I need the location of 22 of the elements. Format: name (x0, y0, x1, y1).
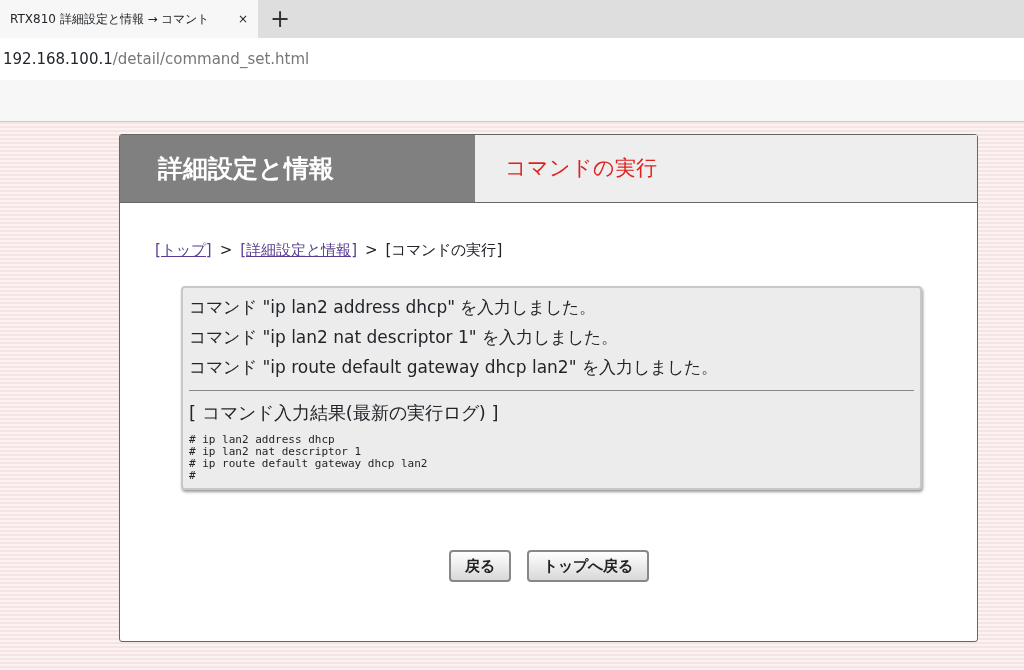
nav-button[interactable]: 戻る (448, 549, 511, 582)
result-heading: [ コマンド入力結果(最新の実行ログ) ] (189, 400, 500, 425)
tab-title: RTX810 詳細設定と情報 → コマント (10, 11, 211, 28)
status-message: コマンド "ip lan2 nat descriptor 1" を入力しました。 (189, 325, 619, 349)
nav-button[interactable]: トップへ戻る (526, 549, 649, 582)
breadcrumb-separator: > (219, 240, 233, 261)
status-message: コマンド "ip lan2 address dhcp" を入力しました。 (189, 295, 598, 319)
breadcrumb-link[interactable]: [トップ] (155, 239, 212, 262)
close-icon[interactable]: × (237, 10, 248, 28)
address-bar[interactable]: 192.168.100.1/detail/command_set.html (3, 47, 310, 71)
breadcrumb-current: [コマンドの実行] (385, 240, 503, 261)
breadcrumb-separator: > (365, 240, 378, 261)
section-title: 詳細設定と情報 (120, 135, 475, 202)
log-line: # (189, 469, 197, 482)
log-line: # ip lan2 nat descriptor 1 (189, 445, 363, 458)
status-message: コマンド "ip route default gateway dhcp lan2" を入力しました。 (189, 355, 719, 379)
log-line: # ip route default gateway dhcp lan2 (189, 457, 429, 470)
browser-tab[interactable]: RTX810 詳細設定と情報 → コマント × (0, 0, 258, 38)
breadcrumb-link[interactable]: [詳細設定と情報] (240, 239, 357, 262)
new-tab-button[interactable]: + (258, 0, 303, 38)
page-title: コマンドの実行 (475, 135, 977, 202)
log-line: # ip lan2 address dhcp (189, 433, 336, 446)
